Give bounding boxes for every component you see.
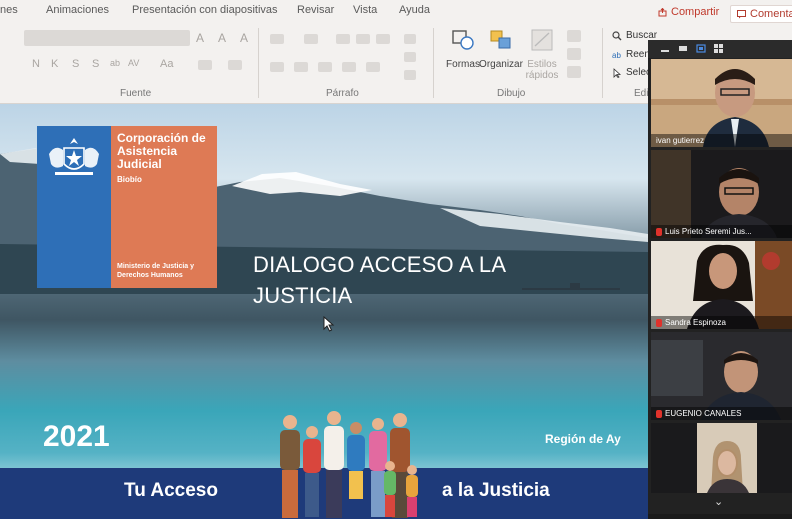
share-label: Compartir xyxy=(671,6,720,18)
tab-animaciones[interactable]: Animaciones xyxy=(46,4,109,16)
participant-name: EUGENIO CANALES xyxy=(651,407,792,420)
separator xyxy=(433,28,434,98)
scroll-down-chevron-icon[interactable]: ⌄ xyxy=(714,495,723,508)
tab-partial[interactable]: nes xyxy=(0,4,18,16)
pointer-icon xyxy=(613,67,622,78)
group-label-font: Fuente xyxy=(120,88,152,99)
tab-presentacion[interactable]: Presentación con diapositivas xyxy=(132,4,278,16)
smartart-icon[interactable] xyxy=(404,70,416,80)
tagline-right: a la Justicia xyxy=(442,480,550,501)
line-spacing-icon[interactable] xyxy=(376,34,390,44)
logo-orange-panel: Corporación de Asistencia Judicial Biobí… xyxy=(111,126,217,288)
panel-toolbar xyxy=(648,40,792,58)
bullets-icon[interactable] xyxy=(270,34,284,44)
share-icon xyxy=(658,7,667,16)
columns-icon[interactable] xyxy=(366,62,380,72)
quick-styles-icon xyxy=(531,29,553,51)
share-button[interactable]: Compartir xyxy=(658,6,719,18)
clear-format-icon[interactable]: A xyxy=(240,31,248,45)
tab-ayuda[interactable]: Ayuda xyxy=(399,4,430,16)
svg-text:ab: ab xyxy=(612,51,621,60)
align-center-icon[interactable] xyxy=(294,62,308,72)
char-spacing-icon[interactable]: ab xyxy=(110,58,120,68)
slide-year: 2021 xyxy=(43,420,110,453)
group-label-drawing: Dibujo xyxy=(497,88,526,99)
group-label-paragraph: Párrafo xyxy=(326,88,359,99)
strikethrough-icon[interactable]: S xyxy=(92,58,99,70)
family-illustration xyxy=(280,411,418,518)
font-color-icon[interactable] xyxy=(228,60,242,70)
participant-tile[interactable]: Sandra Espinoza xyxy=(651,241,792,329)
numbering-icon[interactable] xyxy=(304,34,318,44)
tab-revisar[interactable]: Revisar xyxy=(297,4,334,16)
slide-canvas[interactable]: Corporación de Asistencia Judicial Biobí… xyxy=(0,104,648,519)
participant-name: Sandra Espinoza xyxy=(651,316,792,329)
corporation-logo: Corporación de Asistencia Judicial Biobí… xyxy=(37,126,217,288)
italic-icon[interactable]: K xyxy=(51,58,58,70)
logo-ministry: Ministerio de Justicia y Derechos Humano… xyxy=(117,263,195,279)
mic-muted-icon xyxy=(656,318,662,327)
logo-blue-panel xyxy=(37,126,111,288)
font-shrink-icon[interactable]: A xyxy=(218,31,226,45)
search-icon xyxy=(612,30,622,40)
coat-of-arms-icon xyxy=(49,138,99,175)
align-right-icon[interactable] xyxy=(318,62,332,72)
participant-tile[interactable]: Luis Prieto Seremi Jus... xyxy=(651,150,792,238)
comments-button[interactable]: Comentarios xyxy=(730,5,792,23)
gallery-view-icon[interactable] xyxy=(714,44,724,53)
align-left-icon[interactable] xyxy=(270,62,284,72)
increase-indent-icon[interactable] xyxy=(356,34,370,44)
slide-title-line-1: DIALOGO ACCESO A LA xyxy=(253,252,507,277)
comment-icon xyxy=(737,9,746,18)
arrange-button[interactable]: Organizar xyxy=(476,28,526,70)
shape-outline-icon[interactable] xyxy=(567,48,581,60)
speaker-view-icon[interactable] xyxy=(696,44,706,53)
shapes-label: Formas xyxy=(446,59,480,70)
screen: nes Animaciones Presentación con diaposi… xyxy=(0,0,792,519)
logo-title: Corporación de Asistencia Judicial xyxy=(117,131,206,171)
separator xyxy=(258,28,259,98)
participant-tile[interactable] xyxy=(651,423,792,493)
shapes-icon xyxy=(452,30,474,50)
slide-region: Región de Ay xyxy=(545,432,621,446)
shape-effects-icon[interactable] xyxy=(567,66,581,78)
align-text-icon[interactable] xyxy=(404,52,416,62)
minimize-icon[interactable] xyxy=(660,44,670,53)
participant-tile[interactable]: EUGENIO CANALES xyxy=(651,332,792,420)
hide-video-icon[interactable] xyxy=(678,44,688,53)
quick-styles-label: Estilos rápidos xyxy=(525,59,559,81)
font-name-box[interactable] xyxy=(24,30,190,46)
shape-fill-icon[interactable] xyxy=(567,30,581,42)
ribbon-tabs: nes Animaciones Presentación con diaposi… xyxy=(0,0,650,22)
mouse-cursor-icon xyxy=(323,316,335,332)
participant-panel: ivan gutierrez Luis Prieto Seremi Jus... xyxy=(648,40,792,514)
mic-muted-icon xyxy=(656,227,662,236)
tab-vista[interactable]: Vista xyxy=(353,4,377,16)
separator xyxy=(602,28,603,98)
comments-label: Comentarios xyxy=(750,8,792,20)
justify-icon[interactable] xyxy=(342,62,356,72)
slide-title-line-2: JUSTICIA xyxy=(253,283,353,308)
tagline-left: Tu Acceso xyxy=(124,480,218,501)
slide-title[interactable]: DIALOGO ACCESO A LA JUSTICIA xyxy=(253,249,553,311)
change-case-icon[interactable]: Aa xyxy=(160,58,173,70)
bold-icon[interactable]: N xyxy=(32,58,40,70)
underline-icon[interactable]: S xyxy=(72,58,79,70)
arrange-icon xyxy=(490,30,511,49)
participant-tile[interactable]: ivan gutierrez xyxy=(651,59,792,147)
logo-region: Biobío xyxy=(117,175,142,184)
text-direction-icon[interactable] xyxy=(404,34,416,44)
participant-name: ivan gutierrez xyxy=(651,134,792,147)
participant-video xyxy=(651,423,792,493)
arrange-label: Organizar xyxy=(479,59,523,70)
participant-name: Luis Prieto Seremi Jus... xyxy=(651,225,792,238)
font-grow-icon[interactable]: A xyxy=(196,31,204,45)
highlight-icon[interactable] xyxy=(198,60,212,70)
kerning-icon[interactable]: AV xyxy=(128,58,139,68)
mic-muted-icon xyxy=(656,409,662,418)
decrease-indent-icon[interactable] xyxy=(336,34,350,44)
replace-icon: ab xyxy=(612,51,621,60)
quick-styles-button[interactable]: Estilos rápidos xyxy=(520,28,564,81)
